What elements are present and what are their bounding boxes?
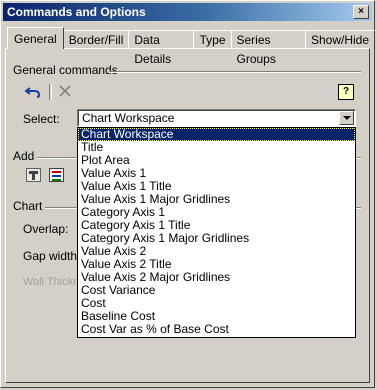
- dropdown-item-chart-workspace[interactable]: Chart Workspace: [78, 128, 355, 141]
- add-heading: Add: [13, 149, 39, 163]
- tab-border-fill[interactable]: Border/Fill: [62, 30, 130, 49]
- title-bar[interactable]: Commands and Options ×: [3, 3, 372, 21]
- tab-strip: General Border/Fill Data Details Type Se…: [7, 27, 375, 66]
- overlap-label: Overlap:: [23, 222, 69, 236]
- window-title: Commands and Options: [7, 5, 146, 19]
- select-element-combo[interactable]: Chart Workspace: [77, 109, 356, 127]
- section-divider: [109, 71, 361, 73]
- help-icon[interactable]: ?: [338, 84, 354, 100]
- tab-show-hide[interactable]: Show/Hide: [304, 30, 375, 49]
- tab-general[interactable]: General: [7, 27, 64, 49]
- select-current-value: Chart Workspace: [82, 111, 175, 125]
- gap-width-label: Gap width:: [23, 249, 81, 263]
- add-legend-icon[interactable]: [49, 168, 64, 182]
- select-dropdown-list[interactable]: Chart Workspace Title Plot Area Value Ax…: [77, 127, 356, 338]
- add-title-icon[interactable]: [26, 168, 41, 182]
- dropdown-item-cost-variance[interactable]: Cost Variance: [78, 284, 355, 297]
- close-button[interactable]: ×: [353, 5, 369, 19]
- tab-data-details[interactable]: Data Details: [128, 30, 195, 66]
- undo-icon[interactable]: [24, 85, 41, 99]
- toolbar-separator: [49, 84, 52, 100]
- chevron-down-icon[interactable]: [339, 111, 354, 125]
- delete-icon[interactable]: [57, 83, 73, 99]
- general-commands-heading: General commands: [13, 63, 122, 77]
- wall-thickness-label: Wall Thickn: [23, 276, 80, 288]
- commands-options-dialog: Commands and Options × General Border/Fi…: [0, 0, 375, 388]
- select-label: Select:: [23, 112, 60, 126]
- tab-type[interactable]: Type: [193, 30, 232, 49]
- dropdown-item-cost-var-pct-base-cost[interactable]: Cost Var as % of Base Cost: [78, 323, 355, 336]
- chart-heading: Chart: [13, 199, 47, 213]
- tab-series-groups[interactable]: Series Groups: [230, 30, 306, 66]
